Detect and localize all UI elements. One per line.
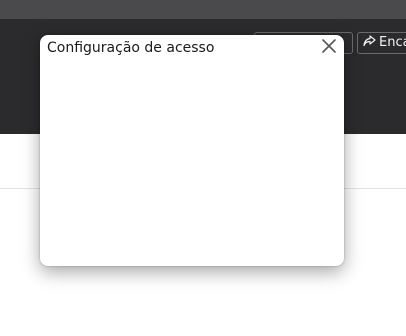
share-button[interactable]: Enca: [357, 32, 406, 54]
dialog-title: Configuração de acesso: [47, 40, 215, 56]
close-icon: [322, 39, 336, 53]
top-toolbar-strip: [0, 0, 406, 19]
share-button-label: Enca: [379, 35, 406, 50]
access-settings-dialog: Configuração de acesso: [40, 35, 344, 266]
app-window: r Enca Configuração de acesso: [0, 0, 406, 336]
share-icon: [363, 35, 376, 47]
close-button[interactable]: [320, 37, 338, 55]
